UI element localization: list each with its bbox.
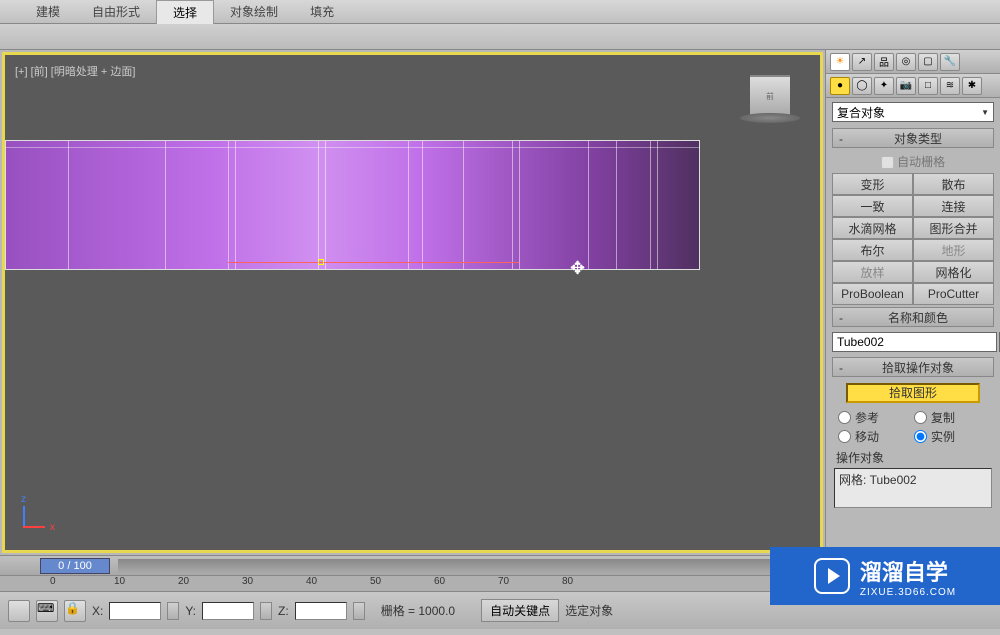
ruler-20: 20 bbox=[178, 576, 242, 591]
btn-shapemerge[interactable]: 图形合并 bbox=[913, 217, 994, 239]
operand-mode-radios: 参考 复制 移动 实例 bbox=[826, 407, 1000, 447]
tab-modeling[interactable]: 建模 bbox=[20, 0, 76, 23]
y-input[interactable] bbox=[202, 602, 254, 620]
lock-icon[interactable]: 🔒 bbox=[64, 600, 86, 622]
tab-create-icon[interactable]: ↗ bbox=[852, 53, 872, 71]
systems-icon[interactable]: ✱ bbox=[962, 77, 982, 95]
top-ribbon: 建模 自由形式 选择 对象绘制 填充 bbox=[0, 0, 1000, 24]
rollout-object-type[interactable]: 对象类型 bbox=[832, 128, 994, 148]
tab-selection[interactable]: 选择 bbox=[156, 0, 214, 24]
x-label: X: bbox=[92, 604, 103, 618]
x-input[interactable] bbox=[109, 602, 161, 620]
cameras-icon[interactable]: 📷 bbox=[896, 77, 916, 95]
autogrid-label: 自动栅格 bbox=[897, 155, 945, 169]
radio-move[interactable]: 移动 bbox=[838, 428, 912, 445]
ruler-60: 60 bbox=[434, 576, 498, 591]
selected-label: 选定对象 bbox=[565, 602, 613, 619]
axis-gizmo bbox=[23, 498, 63, 538]
object-type-grid: 变形 散布 一致 连接 水滴网格 图形合并 布尔 地形 放样 网格化 ProBo… bbox=[826, 173, 1000, 305]
z-spinner[interactable] bbox=[353, 602, 365, 620]
frame-indicator[interactable]: 0 / 100 bbox=[40, 558, 110, 574]
ruler-70: 70 bbox=[498, 576, 562, 591]
btn-proboolean[interactable]: ProBoolean bbox=[832, 283, 913, 305]
radio-instance[interactable]: 实例 bbox=[914, 428, 988, 445]
spacewarps-icon[interactable]: ≋ bbox=[940, 77, 960, 95]
tab-hierarchy-icon[interactable]: 品 bbox=[874, 53, 894, 71]
grid-label: 栅格 = 1000.0 bbox=[381, 602, 455, 619]
object-name-input[interactable] bbox=[832, 332, 997, 352]
auto-key-button[interactable]: 自动关键点 bbox=[481, 599, 559, 622]
tab-fill[interactable]: 填充 bbox=[294, 0, 350, 23]
btn-morph[interactable]: 变形 bbox=[832, 173, 913, 195]
rollout-pick-operand[interactable]: 拾取操作对象 bbox=[832, 357, 994, 377]
viewport-front[interactable]: [+] [前] [明暗处理 + 边面] 前 bbox=[2, 52, 823, 553]
viewcube[interactable]: 前 bbox=[750, 75, 790, 115]
y-label: Y: bbox=[185, 604, 196, 618]
btn-loft[interactable]: 放样 bbox=[832, 261, 913, 283]
play-icon bbox=[814, 558, 850, 594]
btn-mesher[interactable]: 网格化 bbox=[913, 261, 994, 283]
radio-copy[interactable]: 复制 bbox=[914, 409, 988, 426]
helpers-icon[interactable]: □ bbox=[918, 77, 938, 95]
model-object[interactable] bbox=[5, 140, 700, 270]
watermark-url: ZIXUE.3D66.COM bbox=[860, 587, 956, 598]
panel-tabs-row1: ☀ ↗ 品 ◎ ▢ 🔧 bbox=[826, 50, 1000, 74]
btn-boolean[interactable]: 布尔 bbox=[832, 239, 913, 261]
x-spinner[interactable] bbox=[167, 602, 179, 620]
btn-procutter[interactable]: ProCutter bbox=[913, 283, 994, 305]
geometry-icon[interactable]: ● bbox=[830, 77, 850, 95]
tab-motion-icon[interactable]: ◎ bbox=[896, 53, 916, 71]
rollout-name-color[interactable]: 名称和颜色 bbox=[832, 307, 994, 327]
btn-terrain[interactable]: 地形 bbox=[913, 239, 994, 261]
dropdown-value: 复合对象 bbox=[837, 104, 885, 121]
btn-connect[interactable]: 连接 bbox=[913, 195, 994, 217]
pick-shape-button[interactable]: 拾取图形 bbox=[846, 383, 980, 403]
tab-utilities-icon[interactable]: 🔧 bbox=[940, 53, 960, 71]
shapes-icon[interactable]: ◯ bbox=[852, 77, 872, 95]
category-dropdown[interactable]: 复合对象 bbox=[832, 102, 994, 122]
autogrid-checkbox bbox=[881, 156, 894, 169]
lights-icon[interactable]: ✦ bbox=[874, 77, 894, 95]
z-label: Z: bbox=[278, 604, 289, 618]
tab-objectpaint[interactable]: 对象绘制 bbox=[214, 0, 294, 23]
ruler-80: 80 bbox=[562, 576, 626, 591]
panel-tabs-row2: ● ◯ ✦ 📷 □ ≋ ✱ bbox=[826, 74, 1000, 98]
status-icon-1[interactable] bbox=[8, 600, 30, 622]
tab-display-icon[interactable]: ▢ bbox=[918, 53, 938, 71]
radio-reference[interactable]: 参考 bbox=[838, 409, 912, 426]
viewport-label[interactable]: [+] [前] [明暗处理 + 边面] bbox=[15, 63, 135, 79]
ruler-10: 10 bbox=[114, 576, 178, 591]
z-input[interactable] bbox=[295, 602, 347, 620]
command-panel: ☀ ↗ 品 ◎ ▢ 🔧 ● ◯ ✦ 📷 □ ≋ ✱ 复合对象 对象类型 自动栅格… bbox=[825, 50, 1000, 555]
operand-list-label: 操作对象 bbox=[826, 447, 1000, 468]
viewcube-base bbox=[740, 113, 800, 123]
ribbon-content bbox=[0, 24, 1000, 50]
operand-list[interactable]: 网格: Tube002 bbox=[834, 468, 992, 508]
btn-blobmesh[interactable]: 水滴网格 bbox=[832, 217, 913, 239]
ruler-50: 50 bbox=[370, 576, 434, 591]
y-spinner[interactable] bbox=[260, 602, 272, 620]
autogrid-row: 自动栅格 bbox=[826, 150, 1000, 173]
maxscript-icon[interactable]: ⌨ bbox=[36, 600, 58, 622]
operand-item[interactable]: 网格: Tube002 bbox=[839, 471, 987, 488]
btn-scatter[interactable]: 散布 bbox=[913, 173, 994, 195]
ruler-40: 40 bbox=[306, 576, 370, 591]
ruler-0: 0 bbox=[50, 576, 114, 591]
watermark-title: 溜溜自学 bbox=[860, 555, 956, 587]
btn-conform[interactable]: 一致 bbox=[832, 195, 913, 217]
viewport-container: [+] [前] [明暗处理 + 边面] 前 bbox=[0, 50, 825, 555]
ruler-30: 30 bbox=[242, 576, 306, 591]
tab-freeform[interactable]: 自由形式 bbox=[76, 0, 156, 23]
sun-icon[interactable]: ☀ bbox=[830, 53, 850, 71]
watermark: 溜溜自学 ZIXUE.3D66.COM bbox=[770, 547, 1000, 605]
